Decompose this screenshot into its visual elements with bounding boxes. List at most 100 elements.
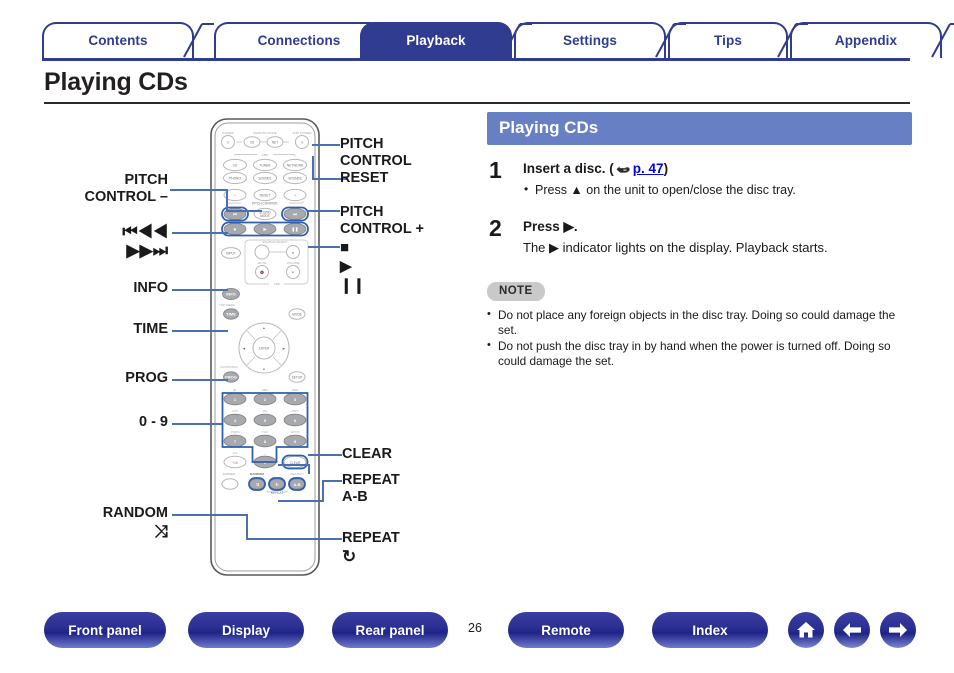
leader-line [172, 330, 228, 332]
svg-text:CD: CD [233, 163, 238, 167]
pointing-hand-icon [615, 163, 631, 178]
note-list: Do not place any foreign objects in the … [487, 307, 912, 368]
svg-text:INFO: INFO [226, 292, 236, 297]
leader-line [312, 144, 340, 146]
svg-text:INPUT: INPUT [226, 251, 236, 255]
svg-text:FAVORITES: FAVORITES [220, 365, 237, 369]
svg-text:WXYZ: WXYZ [291, 430, 300, 434]
svg-text:SOUND2: SOUND2 [288, 176, 302, 180]
leader-line [322, 480, 324, 502]
arrow-right-icon [887, 621, 909, 639]
tab-contents[interactable]: Contents [42, 22, 194, 58]
svg-text:AMP: AMP [274, 282, 281, 286]
step-number: 2 [489, 215, 502, 241]
callout-line: RESET [340, 170, 389, 186]
svg-text:▲: ▲ [291, 251, 294, 255]
callout-time: TIME [60, 321, 168, 338]
svg-text:A/a: A/a [233, 451, 238, 455]
callout-line: CONTROL [340, 153, 412, 169]
step-number: 1 [489, 157, 502, 183]
svg-text:MUTE: MUTE [258, 261, 267, 265]
leader-line [172, 379, 228, 381]
callout-prog: PROG [50, 370, 168, 387]
step-bullet: Press ▲ on the unit to open/close the di… [523, 182, 912, 197]
svg-text:⏭: ⏭ [293, 212, 297, 217]
home-icon [795, 620, 817, 640]
callout-label: PROG [125, 370, 168, 386]
leader-line [246, 538, 342, 540]
callout-repeat-ab: REPEAT A-B [342, 472, 472, 506]
page-title: Playing CDs [44, 68, 188, 96]
svg-text:MODE: MODE [292, 313, 302, 317]
svg-text:PITCH CONTROL: PITCH CONTROL [252, 201, 278, 205]
callout-line: PITCH [124, 172, 169, 188]
nav-button-remote[interactable]: Remote [508, 612, 624, 648]
leader-line [278, 500, 324, 502]
tab-tips[interactable]: Tips [668, 22, 788, 58]
svg-text:SOURCE DIRECT: SOURCE DIRECT [262, 240, 288, 244]
callout-info: INFO [60, 280, 168, 297]
callout-label: TIME [133, 321, 168, 337]
repeat-icon: ↻ [342, 547, 357, 566]
nav-button-index[interactable]: Index [652, 612, 768, 648]
svg-text:TUNER: TUNER [260, 163, 272, 167]
svg-text:ABC: ABC [262, 388, 269, 392]
note-badge: NOTE [487, 282, 545, 301]
skip-previous-icon: ⏮◀◀ [122, 222, 168, 241]
callout-random: RANDOM ⤨ [50, 505, 168, 541]
callout-label: 0 - 9 [138, 414, 168, 430]
step-description: The ▶ indicator lights on the display. P… [523, 240, 828, 255]
nav-button-front-panel[interactable]: Front panel [44, 612, 166, 648]
callout-skip-next: ▶▶⏭ [100, 242, 168, 259]
tab-label: Connections [257, 32, 341, 48]
step-title-text-after: ) [663, 161, 669, 176]
random-icon: ⤨ [154, 522, 168, 541]
leader-line [308, 246, 340, 248]
callout-line: A-B [342, 489, 368, 505]
callout-repeat: REPEAT ↻ [342, 530, 472, 566]
tab-connections[interactable]: Connections [214, 22, 384, 58]
page-reference-link[interactable]: p. 47 [633, 161, 664, 176]
svg-text:+10: +10 [232, 461, 238, 465]
svg-text:TIME: TIME [226, 312, 236, 317]
tab-settings[interactable]: Settings [514, 22, 666, 58]
home-button[interactable] [788, 612, 824, 648]
svg-text:TUV: TUV [262, 430, 269, 434]
nav-button-rear-panel[interactable]: Rear panel [332, 612, 448, 648]
svg-text:⏮: ⏮ [233, 212, 237, 217]
manual-page: Contents Connections Playback Settings T… [0, 0, 954, 673]
step-2: 2 Press ▶. The ▶ indicator lights on the… [487, 215, 912, 256]
leader-line [170, 189, 228, 191]
svg-text:RANDOM: RANDOM [250, 472, 264, 476]
callout-label: INFO [133, 280, 168, 296]
svg-text:PQRS: PQRS [231, 430, 240, 434]
back-button[interactable] [834, 612, 870, 648]
svg-text:▼: ▼ [291, 271, 294, 275]
leader-line [246, 514, 248, 540]
svg-text:NETWORK: NETWORK [287, 163, 304, 167]
nav-button-label: Display [221, 622, 271, 638]
callout-skip-previous: ⏮◀◀ [100, 223, 168, 240]
forward-button[interactable] [880, 612, 916, 648]
leader-line [172, 289, 228, 291]
callout-line: CONTROL + [340, 221, 424, 237]
svg-text:␣: ␣ [264, 451, 266, 455]
tab-appendix[interactable]: Appendix [790, 22, 942, 58]
callout-label: REPEAT [342, 530, 400, 546]
leader-line [308, 210, 340, 212]
svg-text:AMP POWER: AMP POWER [292, 131, 312, 135]
tab-playback[interactable]: Playback [360, 22, 512, 58]
svg-text:PHONO: PHONO [229, 176, 241, 180]
title-divider [44, 102, 910, 104]
section-header: Playing CDs [487, 112, 912, 145]
svg-text:SETUP: SETUP [292, 376, 303, 380]
leader-line [172, 514, 248, 516]
leader-line [226, 210, 262, 212]
svg-text:MODE: MODE [260, 214, 270, 218]
tab-label: Contents [88, 32, 148, 48]
svg-text:JKL: JKL [262, 409, 268, 413]
callout-line: PITCH [340, 204, 384, 220]
nav-button-display[interactable]: Display [188, 612, 304, 648]
svg-text:▼: ▼ [262, 368, 265, 372]
pause-icon: ❙❙ [340, 277, 366, 294]
